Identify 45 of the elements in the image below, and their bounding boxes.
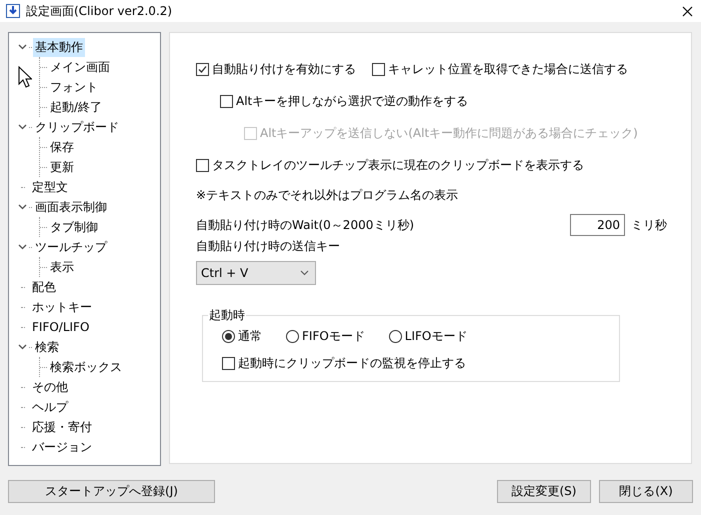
tree-item[interactable]: ホットキー <box>30 298 94 316</box>
tree-item[interactable]: 表示 <box>48 258 76 276</box>
radio-button[interactable]: LIFOモード <box>388 328 468 345</box>
unit-label: ミリ秒 <box>631 216 667 234</box>
checkbox[interactable]: 自動貼り付けを有効にする <box>196 61 356 78</box>
wait-field[interactable]: 200 <box>570 214 625 236</box>
tree-item[interactable]: その他 <box>30 378 70 396</box>
checkbox[interactable]: キャレット位置を取得できた場合に送信する <box>372 61 628 78</box>
tree-item[interactable]: タブ制御 <box>48 218 100 236</box>
tree-item[interactable]: 更新 <box>48 158 76 176</box>
tree-item[interactable]: 基本動作 <box>33 38 85 56</box>
tree-item[interactable]: ヘルプ <box>30 398 70 416</box>
checkmark-icon <box>198 65 207 74</box>
send-key-dropdown[interactable]: Ctrl + V <box>196 261 316 285</box>
tree-item[interactable]: フォント <box>48 78 100 96</box>
checkbox[interactable]: Altキーを押しながら選択で逆の動作をする <box>220 93 468 110</box>
tree-item[interactable]: ツールチップ <box>33 238 109 256</box>
tree-item[interactable]: 画面表示制御 <box>33 198 109 216</box>
tree-item[interactable]: 検索ボックス <box>48 358 124 376</box>
app-icon <box>6 4 20 18</box>
tree-item[interactable]: 応援・寄付 <box>30 418 94 436</box>
tree-item[interactable]: 起動/終了 <box>48 98 104 116</box>
tree-item[interactable]: 定型文 <box>30 178 70 196</box>
tree-item[interactable]: クリップボード <box>33 118 121 136</box>
note-text: ※テキストのみでそれ以外はプログラム名の表示 <box>196 187 458 204</box>
radio-button[interactable]: 通常 <box>222 328 262 345</box>
footer-button[interactable]: 設定変更(S) <box>497 480 591 503</box>
footer-button[interactable]: 閉じる(X) <box>599 480 693 503</box>
tree-item[interactable]: 検索 <box>33 338 61 356</box>
tree-item[interactable]: 保存 <box>48 138 76 156</box>
tree-item[interactable]: FIFO/LIFO <box>30 319 92 335</box>
chevron-down-icon <box>300 270 309 276</box>
startup-register-button[interactable]: スタートアップへ登録(J) <box>8 480 215 503</box>
tree-item[interactable]: メイン画面 <box>48 58 112 76</box>
tree-item[interactable]: 配色 <box>30 278 58 296</box>
send-key-label: 自動貼り付け時の送信キー <box>196 238 340 255</box>
group-title: 起動時 <box>208 307 246 324</box>
radio-button[interactable]: FIFOモード <box>286 328 365 345</box>
wait-label: 自動貼り付け時のWait(0～2000ミリ秒) <box>196 216 414 234</box>
window-title: 設定画面(Clibor ver2.0.2) <box>26 2 174 20</box>
close-icon[interactable] <box>682 6 693 16</box>
checkbox[interactable]: タスクトレイのツールチップ表示に現在のクリップボードを表示する <box>196 157 584 174</box>
tree-item[interactable]: バージョン <box>30 438 94 456</box>
cursor-icon <box>18 66 32 88</box>
checkbox[interactable]: 起動時にクリップボードの監視を停止する <box>222 355 466 372</box>
